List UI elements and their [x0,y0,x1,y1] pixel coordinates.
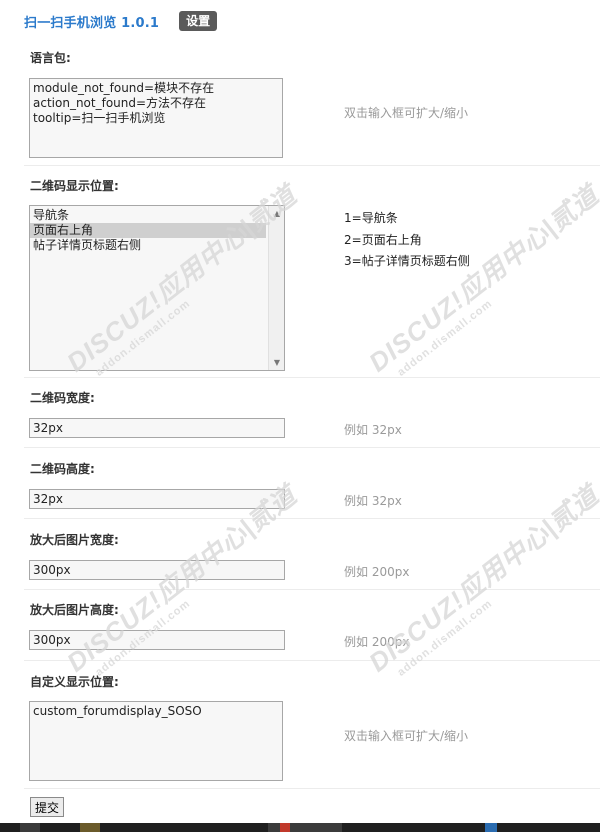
position-label: 二维码显示位置: [30,179,119,193]
lang-textarea[interactable]: module_not_found=模块不存在 action_not_found=… [29,78,283,158]
divider [24,165,600,166]
custom-line: custom_forumdisplay_SOSO [33,704,202,718]
listbox-scrollbar[interactable]: ▲ ▼ [268,206,284,370]
scroll-up-icon[interactable]: ▲ [269,206,285,221]
position-legend-2: 2=页面右上角 [344,233,422,247]
position-option-thread-title[interactable]: 帖子详情页标题右侧 [30,238,266,253]
watermark-url: addon.dismall.com [93,597,193,679]
page-header: 扫一扫手机浏览 1.0.1 设置 [24,10,218,32]
qr-width-label: 二维码宽度: [30,391,95,405]
qr-height-input[interactable]: 32px [29,489,285,509]
lang-line: action_not_found=方法不存在 [33,96,207,110]
divider [24,788,600,789]
position-legend-3: 3=帖子详情页标题右侧 [344,254,470,268]
zoom-width-label: 放大后图片宽度: [30,533,119,547]
zoom-width-input[interactable]: 300px [29,560,285,580]
lang-label: 语言包: [30,51,71,65]
custom-hint: 双击输入框可扩大/缩小 [344,729,469,743]
taskbar [0,823,600,832]
divider [24,447,600,448]
zoom-height-input[interactable]: 300px [29,630,285,650]
taskbar-app-icon[interactable] [80,823,100,832]
qr-height-hint: 例如 32px [344,494,402,508]
divider [24,589,600,590]
lang-line: module_not_found=模块不存在 [33,81,215,95]
position-legend-1: 1=导航条 [344,211,398,225]
taskbar-app-icon[interactable] [280,823,290,832]
submit-button[interactable]: 提交 [30,797,64,817]
scroll-down-icon[interactable]: ▼ [269,355,285,370]
qr-width-hint: 例如 32px [344,423,402,437]
lang-hint: 双击输入框可扩大/缩小 [344,106,469,120]
qr-height-label: 二维码高度: [30,462,95,476]
custom-textarea[interactable]: custom_forumdisplay_SOSO [29,701,283,781]
watermark-brand: DISCUZ!应用中心|贰道 [363,179,600,378]
divider [24,660,600,661]
position-option-top-right[interactable]: 页面右上角 [30,223,266,238]
zoom-height-hint: 例如 200px [344,635,410,649]
divider [24,518,600,519]
watermark: DISCUZ!应用中心|贰道 addon.dismall.com [360,176,600,389]
qr-width-input[interactable]: 32px [29,418,285,438]
page-title: 扫一扫手机浏览 1.0.1 [24,15,160,31]
watermark-url: addon.dismall.com [395,297,495,379]
taskbar-app-icon[interactable] [485,823,497,832]
settings-badge[interactable]: 设置 [179,11,218,31]
lang-line: tooltip=扫一扫手机浏览 [33,111,166,125]
watermark-url: addon.dismall.com [395,597,495,679]
position-option-nav[interactable]: 导航条 [30,208,266,223]
taskbar-app-icon[interactable] [20,823,40,832]
custom-label: 自定义显示位置: [30,675,119,689]
position-listbox[interactable]: 导航条 页面右上角 帖子详情页标题右侧 ▲ ▼ [29,205,285,371]
zoom-width-hint: 例如 200px [344,565,410,579]
zoom-height-label: 放大后图片高度: [30,603,119,617]
divider [24,377,600,378]
